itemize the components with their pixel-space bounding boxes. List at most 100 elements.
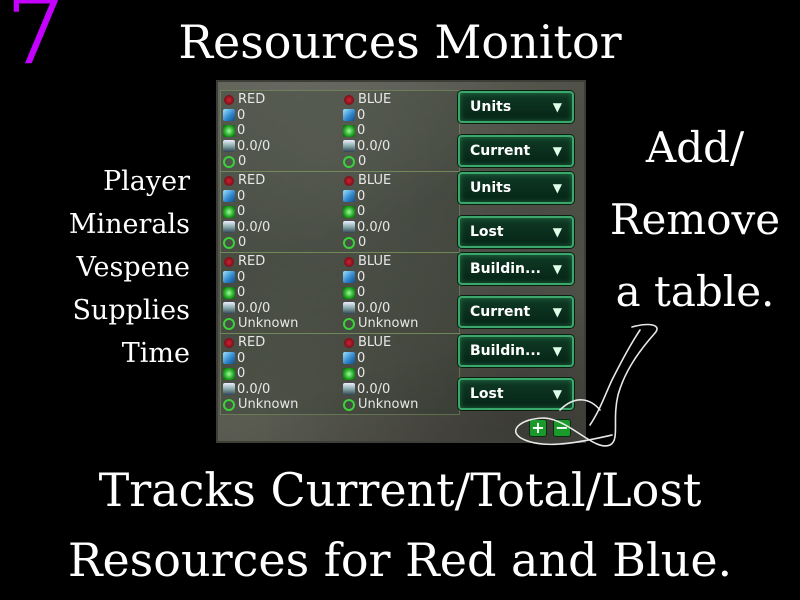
blue-time-value: 0 <box>358 235 367 250</box>
blue-player-column: BLUE 0 0 0.0/0 Unknown <box>343 254 459 332</box>
note-line-2: Remove <box>609 195 781 244</box>
red-player-column: RED 0 0 0.0/0 0 <box>223 92 339 170</box>
blue-vespene-value: 0 <box>357 285 366 300</box>
supply-icon <box>343 140 355 153</box>
red-time-value: Unknown <box>238 316 299 331</box>
blue-supplies-row: 0.0/0 <box>343 220 459 236</box>
legend-player: Player <box>102 166 190 197</box>
vespene-icon <box>223 205 235 218</box>
resource-table-1: RED 0 0 0.0/0 0 BLUE 0 0 0.0/0 0 <box>220 90 460 172</box>
red-vespene-value: 0 <box>237 285 246 300</box>
red-player-column: RED 0 0 0.0/0 Unknown <box>223 335 339 413</box>
clock-icon <box>343 317 355 330</box>
dropdown-label: Units <box>470 180 512 196</box>
row-legend: Player Minerals Vespene Supplies Time <box>69 160 190 375</box>
red-vespene-value: 0 <box>237 204 246 219</box>
red-vespene-row: 0 <box>223 123 339 139</box>
legend-supplies: Supplies <box>72 295 190 326</box>
dropdown-label: Current <box>470 143 531 159</box>
remove-table-button[interactable]: − <box>553 419 571 437</box>
note-line-1: Add/ <box>645 123 745 172</box>
clock-icon <box>223 155 235 168</box>
player-emblem-icon <box>344 256 354 267</box>
blue-player-column: BLUE 0 0 0.0/0 0 <box>343 173 459 251</box>
minerals-icon <box>223 352 235 365</box>
red-player-row: RED <box>223 335 339 351</box>
blue-minerals-value: 0 <box>357 107 366 123</box>
minerals-icon <box>223 271 235 284</box>
category-dropdown[interactable]: Buildin... ▼ <box>458 253 574 285</box>
chevron-down-icon: ▼ <box>552 387 562 401</box>
minerals-icon <box>343 352 355 365</box>
red-player-value: RED <box>238 173 266 188</box>
red-vespene-row: 0 <box>223 366 339 382</box>
dropdown-label: Buildin... <box>470 343 541 359</box>
blue-time-row: Unknown <box>343 316 459 332</box>
blue-supplies-row: 0.0/0 <box>343 139 459 155</box>
supply-icon <box>343 302 355 315</box>
add-table-button[interactable]: + <box>529 419 547 437</box>
blue-minerals-row: 0 <box>343 270 459 286</box>
supply-icon <box>343 383 355 396</box>
blue-minerals-value: 0 <box>357 269 366 285</box>
vespene-icon <box>223 124 235 137</box>
red-player-column: RED 0 0 0.0/0 0 <box>223 173 339 251</box>
resource-table-3: RED 0 0 0.0/0 Unknown BLUE 0 0 0.0/0 Unknown <box>220 252 460 334</box>
dropdown-label: Lost <box>470 224 504 240</box>
red-minerals-value: 0 <box>237 107 246 123</box>
blue-minerals-row: 0 <box>343 189 459 205</box>
red-minerals-row: 0 <box>223 351 339 367</box>
legend-minerals: Minerals <box>68 209 190 240</box>
red-minerals-row: 0 <box>223 189 339 205</box>
mode-dropdown[interactable]: Current ▼ <box>458 296 574 328</box>
clock-icon <box>223 236 235 249</box>
blue-vespene-row: 0 <box>343 285 459 301</box>
footer-line-2: Resources for Red and Blue. <box>67 533 733 587</box>
chevron-down-icon: ▼ <box>552 225 562 239</box>
category-dropdown[interactable]: Units ▼ <box>458 172 574 204</box>
blue-time-row: Unknown <box>343 397 459 413</box>
vespene-icon <box>343 367 355 380</box>
clock-icon <box>223 398 235 411</box>
red-vespene-value: 0 <box>237 366 246 381</box>
dropdown-label: Buildin... <box>470 261 541 277</box>
add-remove-note: Add/ Remove a table. <box>590 112 800 328</box>
clock-icon <box>343 236 355 249</box>
mode-dropdown[interactable]: Lost ▼ <box>458 216 574 248</box>
vespene-icon <box>343 286 355 299</box>
category-dropdown[interactable]: Units ▼ <box>458 91 574 123</box>
player-emblem-icon <box>344 175 354 186</box>
mode-dropdown[interactable]: Current ▼ <box>458 135 574 167</box>
chevron-down-icon: ▼ <box>552 181 562 195</box>
blue-time-row: 0 <box>343 154 459 170</box>
blue-player-value: BLUE <box>358 92 392 107</box>
blue-player-row: BLUE <box>343 254 459 270</box>
blue-player-row: BLUE <box>343 92 459 108</box>
vespene-icon <box>343 124 355 137</box>
red-vespene-row: 0 <box>223 204 339 220</box>
blue-vespene-value: 0 <box>357 123 366 138</box>
red-player-row: RED <box>223 173 339 189</box>
category-dropdown[interactable]: Buildin... ▼ <box>458 335 574 367</box>
supply-icon <box>223 302 235 315</box>
blue-supplies-value: 0.0/0 <box>357 219 391 235</box>
red-supplies-row: 0.0/0 <box>223 220 339 236</box>
vespene-icon <box>223 367 235 380</box>
blue-time-value: 0 <box>358 154 367 169</box>
footer-line-1: Tracks Current/Total/Lost <box>98 463 702 517</box>
chevron-down-icon: ▼ <box>552 144 562 158</box>
step-number-badge: 7 <box>6 0 65 85</box>
red-supplies-row: 0.0/0 <box>223 382 339 398</box>
red-minerals-value: 0 <box>237 350 246 366</box>
red-player-value: RED <box>238 92 266 107</box>
red-supplies-value: 0.0/0 <box>237 138 271 154</box>
blue-supplies-value: 0.0/0 <box>357 300 391 316</box>
blue-minerals-row: 0 <box>343 108 459 124</box>
minerals-icon <box>343 190 355 203</box>
minerals-icon <box>223 190 235 203</box>
supply-icon <box>223 221 235 234</box>
red-time-row: 0 <box>223 235 339 251</box>
mode-dropdown[interactable]: Lost ▼ <box>458 378 574 410</box>
chevron-down-icon: ▼ <box>552 344 562 358</box>
legend-vespene: Vespene <box>76 252 190 283</box>
